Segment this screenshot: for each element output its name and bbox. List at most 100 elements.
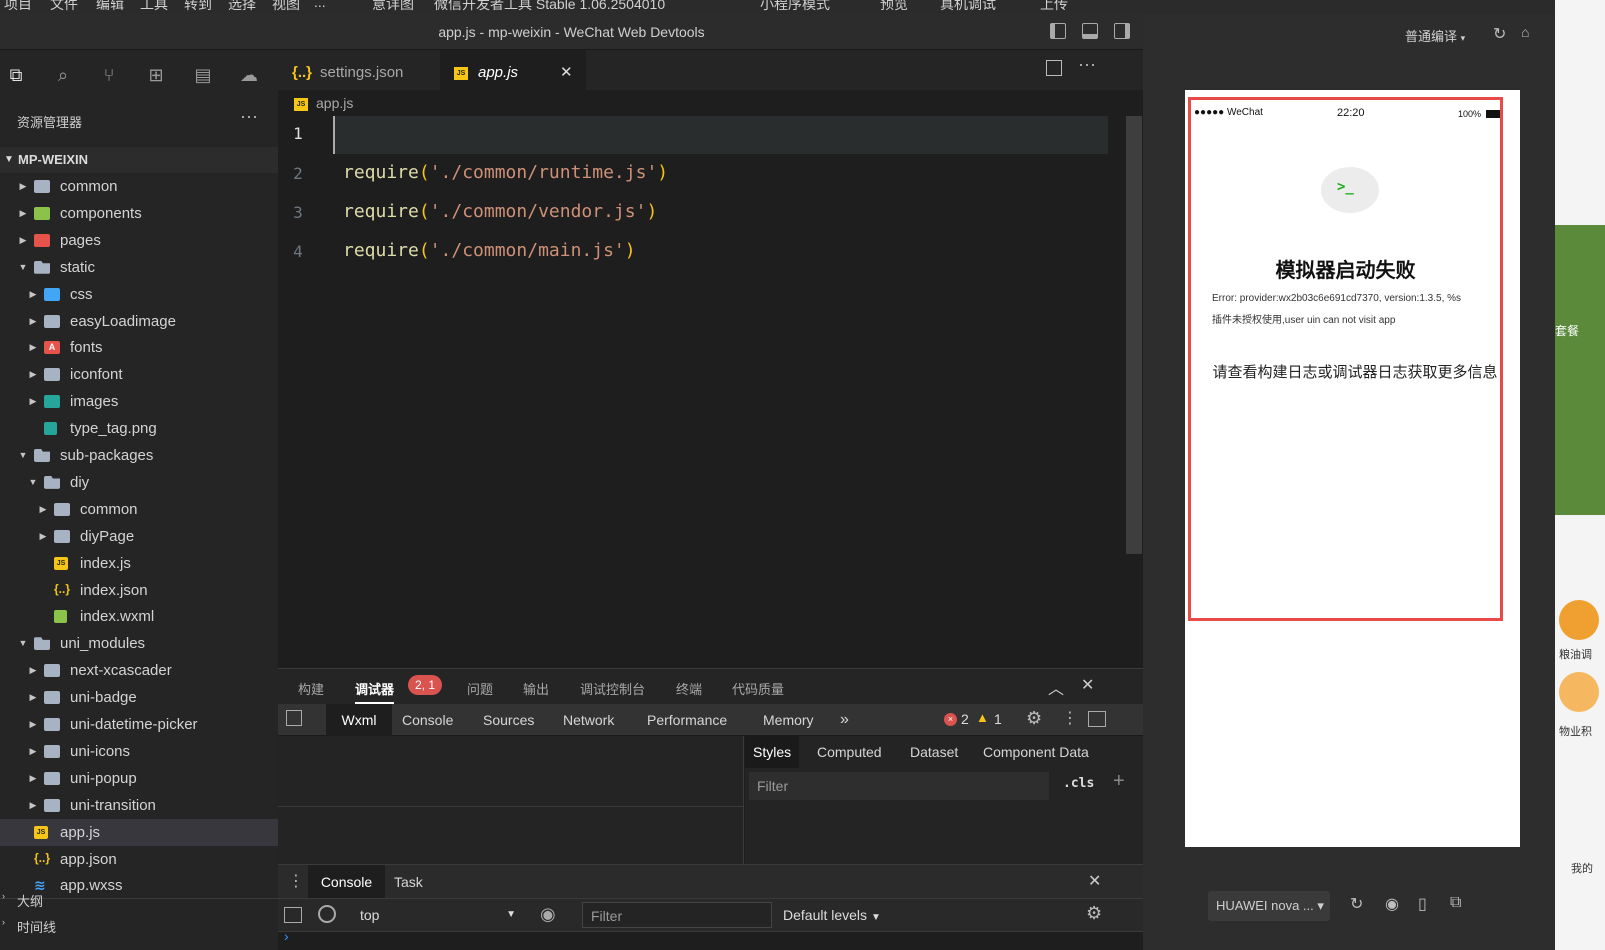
tree-item[interactable]: ▼ diy bbox=[0, 469, 278, 496]
tab-dataset[interactable]: Dataset bbox=[902, 736, 966, 768]
tab-performance[interactable]: Performance bbox=[641, 704, 733, 736]
project-root[interactable]: ▼ MP-WEIXIN bbox=[0, 147, 278, 173]
tab-network[interactable]: Network bbox=[557, 704, 620, 736]
code-line[interactable]: require('./common/vendor.js') bbox=[343, 201, 657, 222]
context-select[interactable]: top ▼ bbox=[348, 899, 524, 931]
tab-settings-json[interactable]: {..} settings.json bbox=[278, 50, 438, 90]
close-drawer-icon[interactable]: ✕ bbox=[1088, 871, 1101, 891]
compile-mode-select[interactable]: 普通编译 ▾ bbox=[1405, 26, 1465, 45]
breadcrumb-item[interactable]: app.js bbox=[316, 95, 353, 111]
more-options-icon[interactable]: ⋮ bbox=[1062, 708, 1078, 728]
maximize-panel-icon[interactable]: ︿ bbox=[1048, 675, 1064, 699]
explorer-more-icon[interactable]: ··· bbox=[240, 106, 258, 127]
menu-item[interactable]: 编辑 bbox=[96, 0, 124, 14]
tree-item[interactable]: {..} app.json bbox=[0, 846, 278, 873]
tree-item[interactable]: ▶ uni-datetime-picker bbox=[0, 711, 278, 738]
tree-item[interactable]: JS app.js bbox=[0, 818, 278, 846]
tree-item[interactable]: ▶ common bbox=[0, 173, 278, 200]
tab-terminal[interactable]: 终端 bbox=[676, 679, 702, 698]
tab-output[interactable]: 输出 bbox=[523, 679, 549, 698]
toggle-simulator-icon[interactable] bbox=[1114, 23, 1130, 39]
clear-console-icon[interactable] bbox=[318, 905, 336, 923]
tab-wxml[interactable]: Wxml bbox=[326, 704, 392, 736]
upload-button[interactable]: 上传 bbox=[1040, 0, 1068, 14]
record-icon[interactable]: ◉ bbox=[1385, 894, 1399, 914]
split-editor-icon[interactable] bbox=[1046, 60, 1062, 76]
popout-icon[interactable]: ⧉ bbox=[1450, 894, 1461, 912]
tab-app-js[interactable]: JS app.js ✕ bbox=[440, 50, 586, 90]
tab-debug-console[interactable]: 调试控制台 bbox=[580, 679, 645, 698]
phone-icon[interactable]: ▯ bbox=[1418, 894, 1427, 914]
refresh-icon[interactable]: ↻ bbox=[1493, 24, 1506, 44]
eye-icon[interactable]: ◉ bbox=[540, 904, 556, 925]
tree-item[interactable]: ▶ uni-popup bbox=[0, 765, 278, 792]
undock-icon[interactable] bbox=[1088, 711, 1106, 727]
tree-item[interactable]: ▶ uni-icons bbox=[0, 738, 278, 765]
wxml-tree[interactable] bbox=[278, 736, 744, 864]
tree-item[interactable]: JS index.js bbox=[0, 550, 278, 577]
tree-item[interactable]: ▶ diyPage bbox=[0, 523, 278, 550]
tree-item[interactable]: index.wxml bbox=[0, 603, 278, 630]
code-line[interactable]: require('./common/main.js') bbox=[343, 240, 636, 261]
tab-console-drawer[interactable]: Console bbox=[308, 865, 385, 899]
menu-item[interactable]: 视图 bbox=[272, 0, 300, 14]
styles-filter-input[interactable]: Filter bbox=[749, 772, 1049, 800]
tab-styles[interactable]: Styles bbox=[745, 736, 800, 768]
tree-item[interactable]: ▼ sub-packages bbox=[0, 442, 278, 469]
rotate-icon[interactable]: ↻ bbox=[1350, 894, 1363, 914]
tree-item[interactable]: {..} index.json bbox=[0, 577, 278, 604]
menu-item[interactable]: 选择 bbox=[228, 0, 256, 14]
source-control-icon[interactable]: ⑂ bbox=[98, 64, 120, 86]
log-levels-select[interactable]: Default levels ▼ bbox=[783, 899, 881, 934]
tree-item[interactable]: type_tag.png bbox=[0, 415, 278, 442]
tree-item[interactable]: ▶ iconfont bbox=[0, 361, 278, 388]
cls-toggle[interactable]: .cls bbox=[1063, 776, 1094, 791]
warning-count[interactable]: 1 bbox=[994, 711, 1002, 727]
menu-item[interactable]: 文件 bbox=[50, 0, 78, 14]
tab-code-quality[interactable]: 代码质量 bbox=[732, 679, 784, 698]
tree-item[interactable]: ▶ Afonts bbox=[0, 334, 278, 361]
tree-item[interactable]: ▶ next-xcascader bbox=[0, 657, 278, 684]
device-select[interactable]: HUAWEI nova ... ▾ bbox=[1208, 891, 1330, 921]
menu-extra[interactable]: 意详图 bbox=[372, 0, 414, 14]
menu-item[interactable]: ... bbox=[314, 0, 326, 10]
menu-item[interactable]: 项目 bbox=[4, 0, 32, 14]
menu-item[interactable]: 转到 bbox=[184, 0, 212, 14]
tree-item[interactable]: ▼ uni_modules bbox=[0, 630, 278, 657]
extensions-icon[interactable]: ⊞ bbox=[145, 64, 167, 86]
tree-item[interactable]: ▼ static bbox=[0, 254, 278, 281]
console-filter-input[interactable]: Filter bbox=[582, 902, 772, 928]
tree-item[interactable]: ▶ pages bbox=[0, 227, 278, 254]
tab-build[interactable]: 构建 bbox=[298, 679, 324, 698]
tree-item[interactable]: ▶ images bbox=[0, 388, 278, 415]
tree-item[interactable]: ▶ uni-badge bbox=[0, 684, 278, 711]
more-tabs-icon[interactable]: » bbox=[834, 704, 855, 736]
tree-item[interactable]: ▶ common bbox=[0, 496, 278, 523]
tab-problems[interactable]: 问题 bbox=[467, 679, 493, 698]
tree-item[interactable]: ▶ components bbox=[0, 200, 278, 227]
sidebar-toggle-icon[interactable] bbox=[284, 907, 302, 923]
add-style-icon[interactable]: + bbox=[1113, 770, 1125, 793]
tab-console[interactable]: Console bbox=[396, 704, 459, 736]
drawer-menu-icon[interactable]: ⋮ bbox=[288, 871, 304, 891]
console-output[interactable]: › bbox=[278, 928, 1143, 950]
mini-program-icon[interactable]: ▤ bbox=[192, 64, 214, 86]
tab-memory[interactable]: Memory bbox=[757, 704, 820, 736]
tab-computed[interactable]: Computed bbox=[809, 736, 890, 768]
clear-cache-icon[interactable]: ⌂ bbox=[1521, 24, 1529, 40]
mode-label[interactable]: 小程序模式 bbox=[760, 0, 830, 14]
settings-icon[interactable]: ⚙ bbox=[1026, 708, 1042, 729]
search-icon[interactable]: ⌕ bbox=[52, 64, 74, 86]
files-icon[interactable]: ⧉ bbox=[5, 64, 27, 86]
tree-item[interactable]: ▶ uni-transition bbox=[0, 792, 278, 819]
close-panel-icon[interactable]: ✕ bbox=[1081, 675, 1094, 695]
code-editor[interactable]: 1 2 3 4 require('./common/runtime.js') r… bbox=[278, 116, 1143, 668]
error-count[interactable]: 2 bbox=[961, 711, 969, 727]
inspect-element-icon[interactable] bbox=[286, 710, 302, 726]
tree-item[interactable]: ▶ easyLoadimage bbox=[0, 308, 278, 335]
tree-item[interactable]: ▶ css bbox=[0, 281, 278, 308]
code-line[interactable]: require('./common/runtime.js') bbox=[343, 162, 668, 183]
outline-header[interactable]: › 大纲 bbox=[2, 891, 43, 910]
toggle-panel-icon[interactable] bbox=[1082, 23, 1098, 39]
preview-button[interactable]: 预览 bbox=[880, 0, 908, 14]
